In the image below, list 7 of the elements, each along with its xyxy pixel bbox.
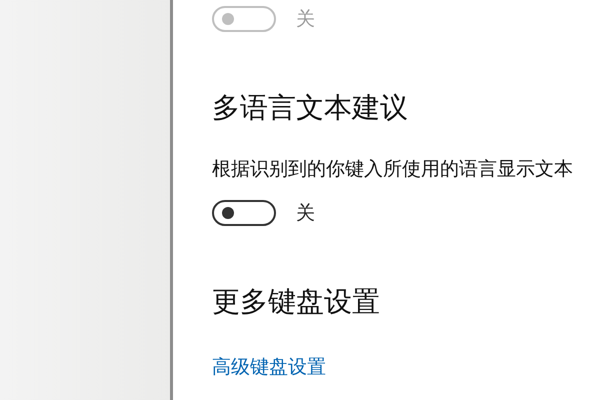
section-heading: 多语言文本建议	[212, 90, 409, 126]
description-text: 根据识别到的你键入所使用的语言显示文本	[212, 157, 573, 182]
settings-link[interactable]: 高级键盘设置	[212, 354, 326, 380]
section-heading: 更多键盘设置	[212, 284, 381, 320]
toggle-label: 关	[296, 201, 315, 226]
toggle-label: 关	[296, 7, 315, 32]
toggle-switch[interactable]	[212, 200, 276, 226]
